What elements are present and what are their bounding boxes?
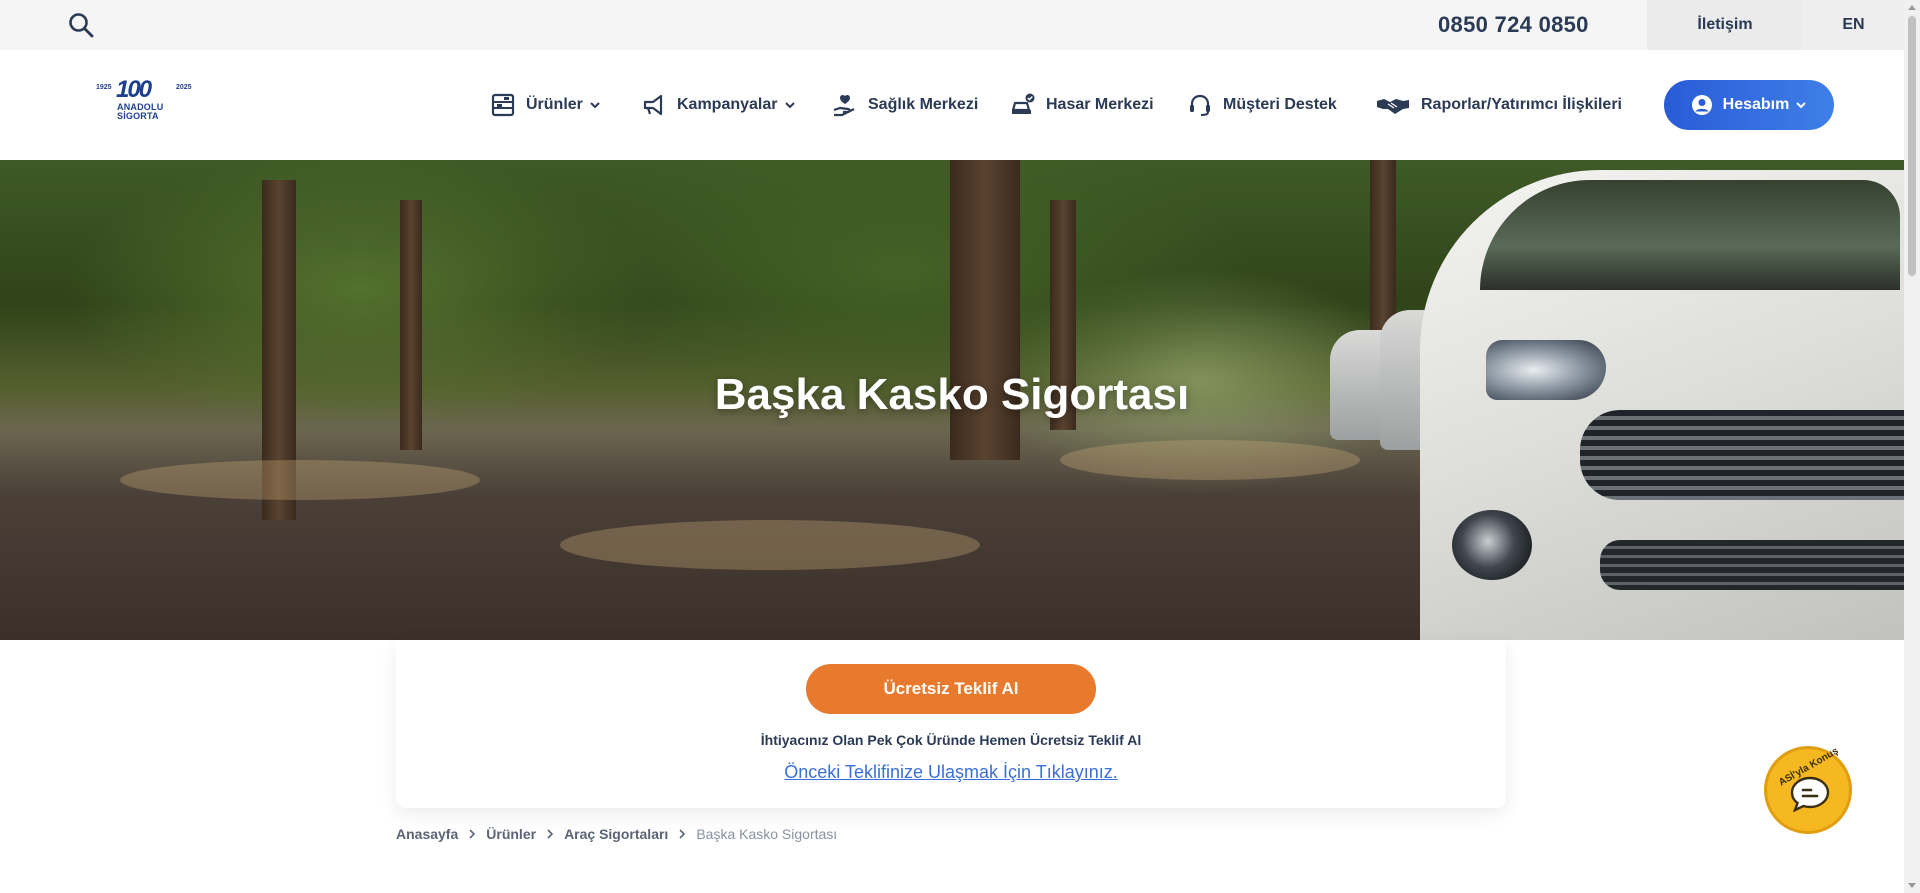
megaphone-icon <box>643 94 663 116</box>
road-sunlight <box>1060 440 1360 480</box>
road-sunlight <box>560 520 980 570</box>
nav-label-health-center: Sağlık Merkezi <box>868 96 979 113</box>
car-grille <box>1580 410 1904 500</box>
scrollbar-thumb[interactable] <box>1908 16 1916 276</box>
logo-name: ANADOLU SİGORTA <box>117 103 163 121</box>
language-switch[interactable]: EN <box>1803 0 1904 50</box>
nav-label-reports-investors: Raporlar/Yatırımcı İlişkileri <box>1421 96 1622 113</box>
scroll-down-arrow-icon[interactable] <box>1908 883 1916 888</box>
account-label: Hesabım <box>1722 96 1790 113</box>
phone-number[interactable]: 0850 724 0850 <box>1438 12 1589 38</box>
nav-item-reports-investors[interactable]: Raporlar/Yatırımcı İlişkileri <box>1375 50 1622 160</box>
quote-card: Ücretsiz Teklif Al İhtiyacınız Olan Pek … <box>396 640 1506 808</box>
nav-item-campaigns[interactable]: Kampanyalar <box>641 50 796 160</box>
chat-bubble-icon <box>1790 776 1830 813</box>
quote-subtitle: İhtiyacınız Olan Pek Çok Üründe Hemen Üc… <box>760 732 1142 748</box>
road-sunlight <box>120 460 480 500</box>
nav-item-products[interactable]: Ürünler <box>490 50 601 160</box>
nav-label-damage-center: Hasar Merkezi <box>1046 96 1154 113</box>
handshake-icon <box>1377 99 1409 114</box>
nav-label-campaigns: Kampanyalar <box>677 96 778 113</box>
nav-item-damage-center[interactable]: Hasar Merkezi <box>1010 50 1154 160</box>
car-windshield <box>1480 180 1900 290</box>
chevron-right-icon <box>547 829 554 839</box>
nav-label-products: Ürünler <box>526 96 583 113</box>
chat-assistant-button[interactable]: ASİ'yla Konuş <box>1764 746 1852 834</box>
chevron-right-icon <box>469 829 476 839</box>
page-scrollbar[interactable] <box>1904 0 1920 893</box>
car-damage-icon <box>1011 93 1035 114</box>
nav-item-health-center[interactable]: Sağlık Merkezi <box>832 50 978 160</box>
car-lower-grille <box>1600 540 1904 590</box>
breadcrumb: Anasayfa Ürünler Araç Sigortaları Başka … <box>396 826 837 842</box>
logo-year-start: 1925 <box>96 84 112 91</box>
free-quote-button[interactable]: Ücretsiz Teklif Al <box>806 664 1096 714</box>
scroll-up-arrow-icon[interactable] <box>1908 5 1916 10</box>
car-foglight <box>1452 510 1532 580</box>
products-icon <box>491 93 515 117</box>
top-utility-bar: 0850 724 0850 İletişim EN <box>0 0 1904 50</box>
chevron-right-icon <box>679 829 686 839</box>
hero-banner: Başka Kasko Sigortası <box>0 160 1904 640</box>
account-button[interactable]: Hesabım <box>1664 80 1834 130</box>
nav-item-customer-support[interactable]: Müşteri Destek <box>1187 50 1337 160</box>
previous-quote-link[interactable]: Önceki Teklifinize Ulaşmak İçin Tıklayın… <box>396 762 1506 783</box>
breadcrumb-vehicle-insurance[interactable]: Araç Sigortaları <box>564 826 668 842</box>
nav-label-customer-support: Müşteri Destek <box>1223 96 1337 113</box>
brand-logo[interactable]: 1925 100 2025 ANADOLU SİGORTA <box>96 76 196 126</box>
logo-hundred: 100 <box>116 76 152 103</box>
chevron-down-icon <box>590 102 600 109</box>
page-title: Başka Kasko Sigortası <box>714 370 1190 419</box>
chevron-down-icon <box>784 102 795 109</box>
logo-name-line2: SİGORTA <box>117 111 159 121</box>
health-hand-icon <box>833 94 855 117</box>
main-navigation: 1925 100 2025 ANADOLU SİGORTA Ürünler Ka… <box>0 50 1904 160</box>
headset-icon <box>1190 94 1210 116</box>
breadcrumb-current: Başka Kasko Sigortası <box>696 826 838 842</box>
chevron-down-icon <box>1796 102 1807 109</box>
search-icon[interactable] <box>68 12 94 38</box>
contact-link[interactable]: İletişim <box>1647 0 1803 50</box>
user-circle-icon <box>1691 95 1712 115</box>
breadcrumb-home[interactable]: Anasayfa <box>396 826 458 842</box>
breadcrumb-products[interactable]: Ürünler <box>486 826 536 842</box>
logo-year-end: 2025 <box>176 84 192 91</box>
